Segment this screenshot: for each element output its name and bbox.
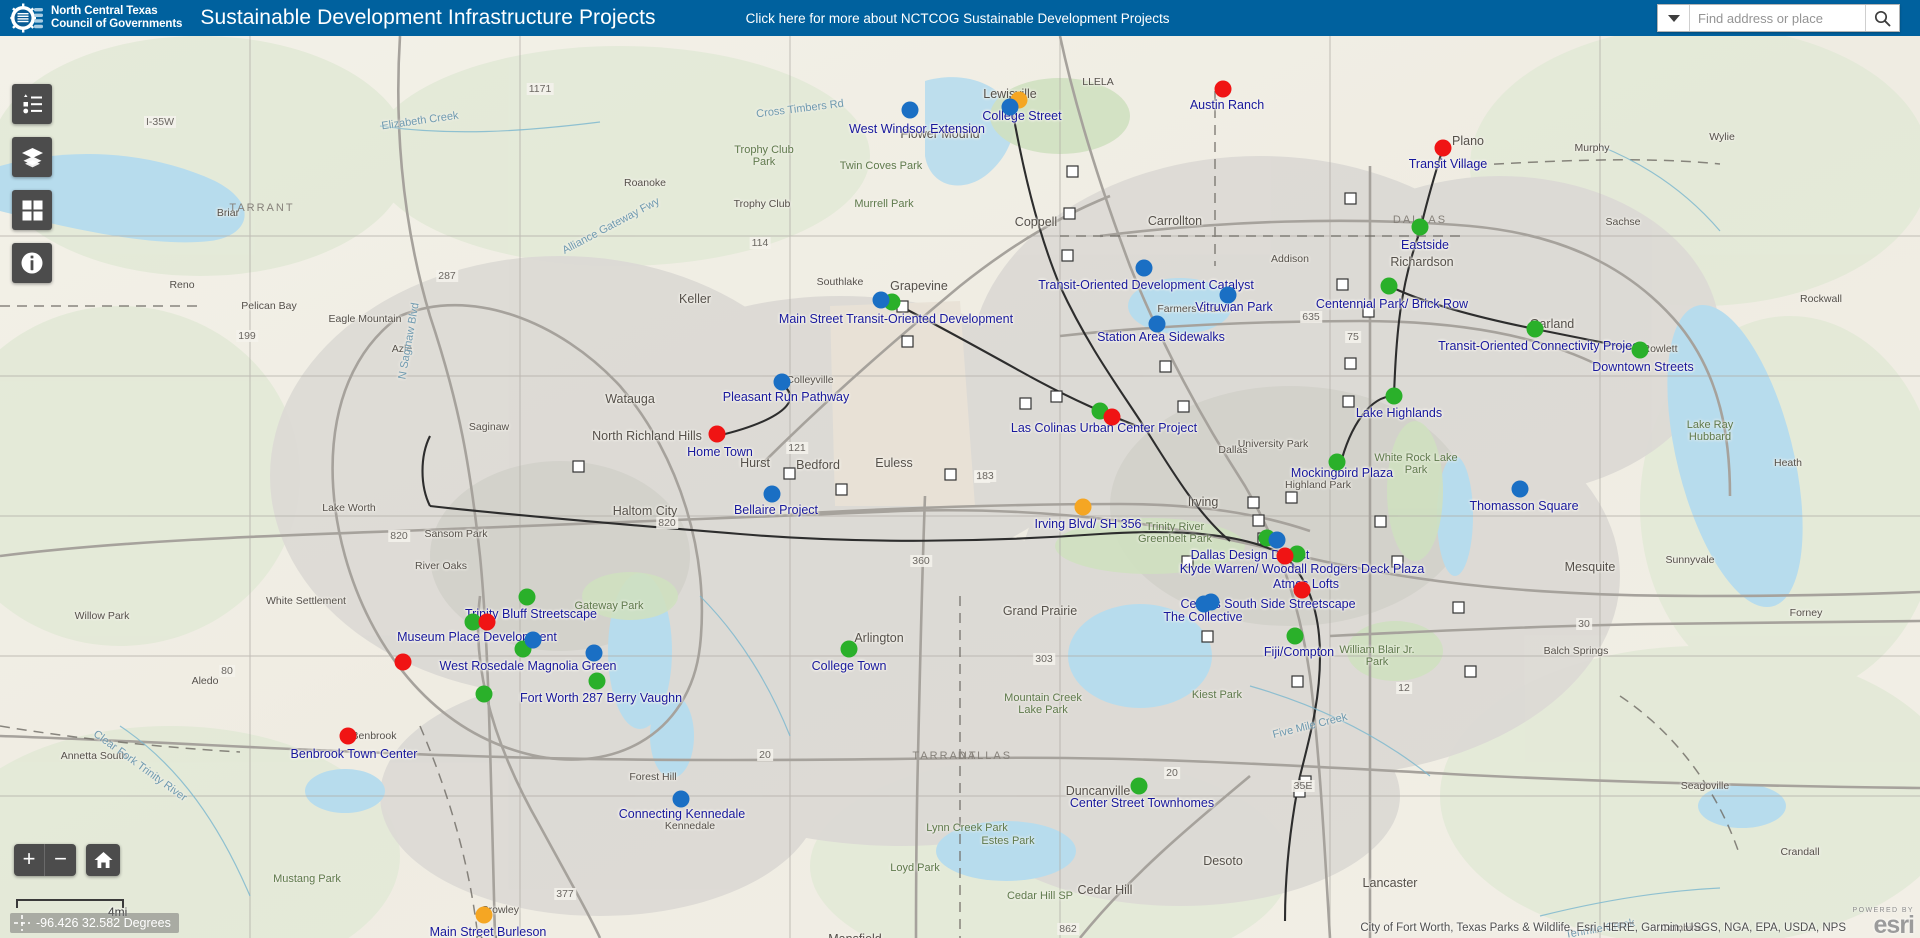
project-marker[interactable] [589,673,606,690]
project-marker[interactable] [1220,287,1237,304]
home-icon [94,851,113,869]
project-marker[interactable] [1002,99,1019,116]
project-marker[interactable] [395,654,412,671]
crosshair-icon[interactable] [14,915,30,931]
map-navigation-controls: + − [14,844,120,876]
project-marker[interactable] [1435,140,1452,157]
project-marker[interactable] [1329,454,1346,471]
project-marker[interactable] [1136,260,1153,277]
coordinate-widget: -96.426 32.582 Degrees [10,913,179,933]
project-marker[interactable] [1294,582,1311,599]
organization-logo[interactable]: North Central Texas Council of Governmen… [0,3,182,33]
org-name-line1: North Central Texas [51,5,182,18]
project-marker[interactable] [1277,548,1294,565]
map-viewport[interactable]: LewisvilleFlower MoundLLELACoppellCarrol… [0,36,1920,938]
project-marker[interactable] [709,426,726,443]
org-name-line2: Council of Governments [51,18,182,31]
project-marker[interactable] [841,641,858,658]
zoom-in-button[interactable]: + [14,844,45,876]
project-marker[interactable] [1381,278,1398,295]
legend-list-icon [21,94,43,114]
app-header: North Central Texas Council of Governmen… [0,0,1920,36]
chevron-down-icon [1668,15,1680,22]
project-marker[interactable] [1215,81,1232,98]
map-basemap [0,36,1920,938]
layers-stack-icon [21,147,44,168]
project-marker[interactable] [525,632,542,649]
legend-button[interactable] [12,84,52,124]
project-marker[interactable] [519,589,536,606]
project-marker[interactable] [1131,778,1148,795]
project-marker[interactable] [1287,628,1304,645]
map-attribution: City of Fort Worth, Texas Parks & Wildli… [1360,922,1846,934]
zoom-control-group: + − [14,844,76,876]
basemap-grid-icon [22,200,43,221]
basemap-gallery-button[interactable] [12,190,52,230]
project-marker[interactable] [476,686,493,703]
search-input[interactable] [1690,5,1865,31]
home-extent-button[interactable] [86,844,120,876]
project-marker[interactable] [1269,532,1286,549]
project-marker[interactable] [1512,481,1529,498]
project-marker[interactable] [1075,499,1092,516]
organization-name: North Central Texas Council of Governmen… [51,5,182,31]
project-marker[interactable] [774,374,791,391]
zoom-out-button[interactable]: − [45,844,76,876]
project-marker[interactable] [673,791,690,808]
search-widget [1657,4,1900,32]
map-application: North Central Texas Council of Governmen… [0,0,1920,938]
nctcog-info-link[interactable]: Click here for more about NCTCOG Sustain… [746,11,1170,26]
project-marker[interactable] [764,486,781,503]
project-marker[interactable] [1196,596,1213,613]
project-marker[interactable] [586,645,603,662]
map-tools-toolbar [12,84,52,283]
project-marker[interactable] [1527,321,1544,338]
page-title: Sustainable Development Infrastructure P… [200,6,655,30]
project-marker[interactable] [902,102,919,119]
about-button[interactable] [12,243,52,283]
search-icon [1874,10,1891,27]
nctcog-gear-logo [10,3,44,33]
project-marker[interactable] [1104,409,1121,426]
info-circle-icon [20,251,44,275]
project-marker[interactable] [1632,342,1649,359]
project-marker[interactable] [1412,219,1429,236]
search-source-dropdown[interactable] [1658,5,1690,31]
coordinate-readout: -96.426 32.582 Degrees [36,916,171,930]
project-marker[interactable] [873,292,890,309]
project-marker[interactable] [1149,316,1166,333]
layer-list-button[interactable] [12,137,52,177]
project-marker[interactable] [1386,388,1403,405]
project-marker[interactable] [476,907,493,924]
project-marker[interactable] [479,614,496,631]
project-marker[interactable] [340,728,357,745]
search-button[interactable] [1865,5,1899,31]
